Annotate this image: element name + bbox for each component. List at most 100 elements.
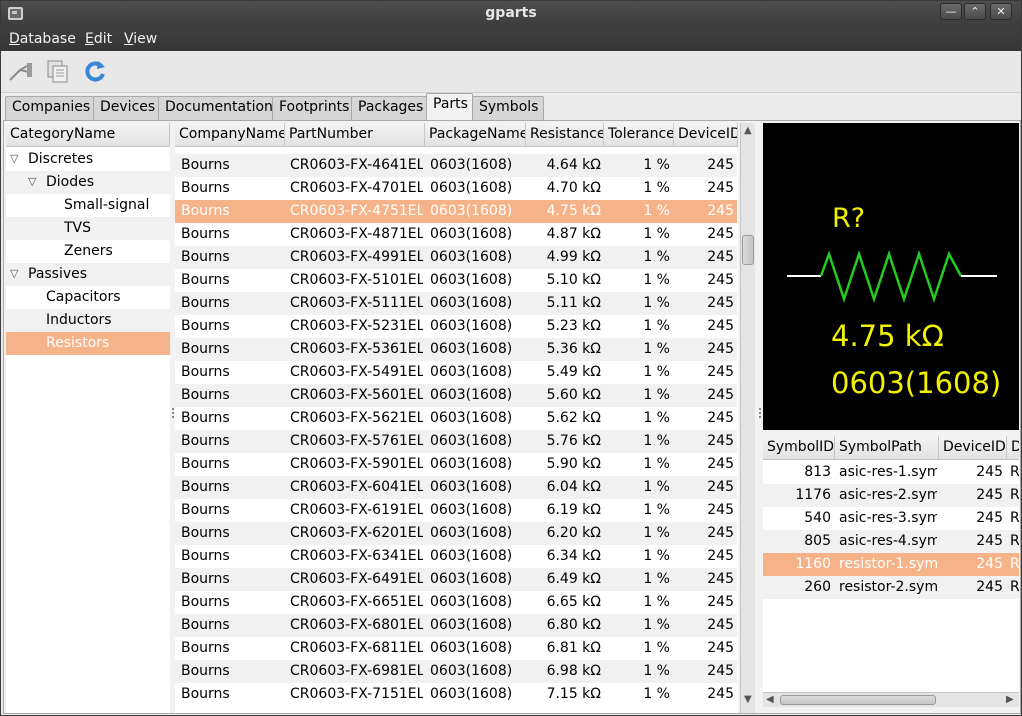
- parts-scrollbar-thumb[interactable]: [742, 235, 754, 265]
- cell-tolerance: 1 %: [643, 203, 670, 219]
- tree-item-discretes[interactable]: ▽ Discretes: [6, 148, 170, 171]
- table-row[interactable]: 540 asic-res-3.sym 245 R: [763, 507, 1019, 530]
- tree-item-tvs[interactable]: TVS: [6, 217, 170, 240]
- scroll-down-icon[interactable]: ▼: [744, 694, 752, 705]
- column-header-packagename[interactable]: PackageName: [425, 123, 526, 147]
- column-header-tolerance[interactable]: Tolerance: [604, 123, 674, 147]
- table-row[interactable]: Bourns CR0603-FX-4751ELF 0603(1608) 4.75 kΩ…: [175, 200, 737, 223]
- table-row[interactable]: 260 resistor-2.sym 245 R: [763, 576, 1019, 599]
- cell-tolerance: 1 %: [643, 571, 670, 587]
- menu-database[interactable]: Database: [9, 31, 76, 47]
- column-header-companyname[interactable]: CompanyName: [175, 123, 285, 147]
- minimize-button[interactable]: —: [940, 3, 962, 20]
- preview-refdes: R?: [832, 203, 866, 234]
- tree-item-capacitors[interactable]: Capacitors: [6, 286, 170, 309]
- symbols-hscrollbar[interactable]: ◀ ▶: [763, 692, 1019, 707]
- column-header-partnumber[interactable]: PartNumber: [285, 123, 425, 147]
- cell-tolerance: 1 %: [643, 617, 670, 633]
- scroll-up-icon[interactable]: ▲: [744, 125, 752, 136]
- column-header-resistance[interactable]: Resistance: [526, 123, 604, 147]
- cell-d: R: [1010, 487, 1019, 503]
- cell-tolerance: 1 %: [643, 479, 670, 495]
- cell-tolerance: 1 %: [643, 180, 670, 196]
- table-row[interactable]: Bourns CR0603-FX-5491ELF 0603(1608) 5.49 kΩ…: [175, 361, 737, 384]
- table-row[interactable]: Bourns CR0603-FX-4871ELF 0603(1608) 4.87 kΩ…: [175, 223, 737, 246]
- connect-icon[interactable]: [7, 58, 35, 84]
- table-row[interactable]: Bourns CR0603-FX-7151ELF 0603(1608) 7.15 kΩ…: [175, 683, 737, 706]
- table-row[interactable]: Bourns CR0603-FX-5111ELF 0603(1608) 5.11 kΩ…: [175, 292, 737, 315]
- table-row[interactable]: Bourns CR0603-FX-4641ELF 0603(1608) 4.64 kΩ…: [175, 154, 737, 177]
- cell-resistance: 6.81 kΩ: [546, 640, 601, 656]
- table-row[interactable]: 805 asic-res-4.sym 245 R: [763, 530, 1019, 553]
- table-row[interactable]: Bourns CR0603-FX-4701ELF 0603(1608) 4.70 kΩ…: [175, 177, 737, 200]
- cell-tolerance: 1 %: [643, 548, 670, 564]
- cell-device-id: 245: [707, 272, 734, 288]
- column-header-deviceid[interactable]: DeviceID: [674, 123, 738, 147]
- table-row[interactable]: Bourns CR0603-FX-5761ELF 0603(1608) 5.76 kΩ…: [175, 430, 737, 453]
- table-row[interactable]: Bourns CR0603-FX-4991ELF 0603(1608) 4.99 kΩ…: [175, 246, 737, 269]
- cell-package-name: 0603(1608): [430, 341, 513, 357]
- pane-splitter-preview[interactable]: [883, 431, 899, 443]
- column-header-symbolpath[interactable]: SymbolPath: [835, 436, 939, 460]
- tree-item-inductors[interactable]: Inductors: [6, 309, 170, 332]
- refresh-icon[interactable]: [81, 58, 109, 84]
- table-row[interactable]: 1160 resistor-1.sym 245 R: [763, 553, 1019, 576]
- copy-icon[interactable]: [44, 58, 72, 84]
- maximize-button[interactable]: ⌃: [964, 3, 986, 20]
- table-row[interactable]: Bourns CR0603-FX-6341ELF 0603(1608) 6.34 kΩ…: [175, 545, 737, 568]
- column-header-categoryname[interactable]: CategoryName: [6, 123, 170, 147]
- table-row[interactable]: Bourns CR0603-FX-6191ELF 0603(1608) 6.19 kΩ…: [175, 499, 737, 522]
- column-header-d[interactable]: D: [1007, 436, 1019, 460]
- cell-package-name: 0603(1608): [430, 525, 513, 541]
- menu-view[interactable]: View: [124, 31, 157, 47]
- tab-parts[interactable]: Parts: [426, 93, 473, 120]
- tab-symbols[interactable]: Symbols: [472, 96, 544, 120]
- tree-item-passives[interactable]: ▽ Passives: [6, 263, 170, 286]
- tree-item-small-signal[interactable]: Small-signal: [6, 194, 170, 217]
- tab-devices[interactable]: Devices: [93, 96, 159, 120]
- table-row[interactable]: Bourns CR0603-FX-6801ELF 0603(1608) 6.80 kΩ…: [175, 614, 737, 637]
- table-row[interactable]: Bourns CR0603-FX-6651ELF 0603(1608) 6.65 kΩ…: [175, 591, 737, 614]
- tab-documentation[interactable]: Documentation: [158, 96, 273, 120]
- app-window: gparts — ⌃ ✕ Database Edit View Companie…: [0, 0, 1022, 716]
- tab-footprints[interactable]: Footprints: [272, 96, 352, 120]
- symbols-scrollbar-thumb[interactable]: [780, 695, 936, 705]
- table-row[interactable]: Bourns CR0603-FX-6811ELF 0603(1608) 6.81 kΩ…: [175, 637, 737, 660]
- table-row[interactable]: Bourns CR0603-FX-5601ELF 0603(1608) 5.60 kΩ…: [175, 384, 737, 407]
- scroll-left-icon[interactable]: ◀: [766, 694, 774, 705]
- table-row[interactable]: 1176 asic-res-2.sym 245 R: [763, 484, 1019, 507]
- tree-item-resistors[interactable]: Resistors: [6, 332, 170, 355]
- expander-down-icon[interactable]: ▽: [10, 152, 18, 165]
- table-row[interactable]: Bourns CR0603-FX-6041ELF 0603(1608) 6.04 kΩ…: [175, 476, 737, 499]
- table-row[interactable]: Bourns CR0603-FX-5231ELF 0603(1608) 5.23 kΩ…: [175, 315, 737, 338]
- preview-value: 4.75 kΩ: [831, 319, 944, 353]
- tab-packages[interactable]: Packages: [351, 96, 427, 120]
- table-row[interactable]: Bourns CR0603-FX-6201ELF 0603(1608) 6.20 kΩ…: [175, 522, 737, 545]
- expander-down-icon[interactable]: ▽: [10, 267, 18, 280]
- table-row[interactable]: 813 asic-res-1.sym 245 R: [763, 461, 1019, 484]
- cell-resistance: 5.11 kΩ: [546, 295, 601, 311]
- menu-edit[interactable]: Edit: [85, 31, 112, 47]
- cell-package-name: 0603(1608): [430, 594, 513, 610]
- cell-device-id: 245: [707, 249, 734, 265]
- cell-resistance: 6.80 kΩ: [546, 617, 601, 633]
- close-button[interactable]: ✕: [990, 3, 1012, 20]
- tree-item-diodes[interactable]: ▽ Diodes: [6, 171, 170, 194]
- parts-scrollbar[interactable]: ▲ ▼: [740, 123, 755, 713]
- cell-part-number: CR0603-FX-5491ELF: [290, 364, 423, 380]
- table-row[interactable]: Bourns CR0603-FX-5901ELF 0603(1608) 5.90 kΩ…: [175, 453, 737, 476]
- table-row[interactable]: Bourns CR0603-FX-5101ELF 0603(1608) 5.10 kΩ…: [175, 269, 737, 292]
- tree-item-zeners[interactable]: Zeners: [6, 240, 170, 263]
- column-header-deviceid[interactable]: DeviceID: [939, 436, 1007, 460]
- title-bar: gparts — ⌃ ✕: [1, 1, 1021, 27]
- column-header-symbolid[interactable]: SymbolID: [763, 436, 835, 460]
- pane-splitter-right[interactable]: [758, 408, 762, 422]
- table-row[interactable]: Bourns CR0603-FX-5361ELF 0603(1608) 5.36 kΩ…: [175, 338, 737, 361]
- expander-down-icon[interactable]: ▽: [28, 175, 36, 188]
- cell-device-id: 245: [707, 341, 734, 357]
- table-row[interactable]: Bourns CR0603-FX-6491ELF 0603(1608) 6.49 kΩ…: [175, 568, 737, 591]
- tab-companies[interactable]: Companies: [5, 96, 94, 120]
- table-row[interactable]: Bourns CR0603-FX-5621ELF 0603(1608) 5.62 kΩ…: [175, 407, 737, 430]
- table-row[interactable]: Bourns CR0603-FX-6981ELF 0603(1608) 6.98 kΩ…: [175, 660, 737, 683]
- scroll-right-icon[interactable]: ▶: [1006, 694, 1014, 705]
